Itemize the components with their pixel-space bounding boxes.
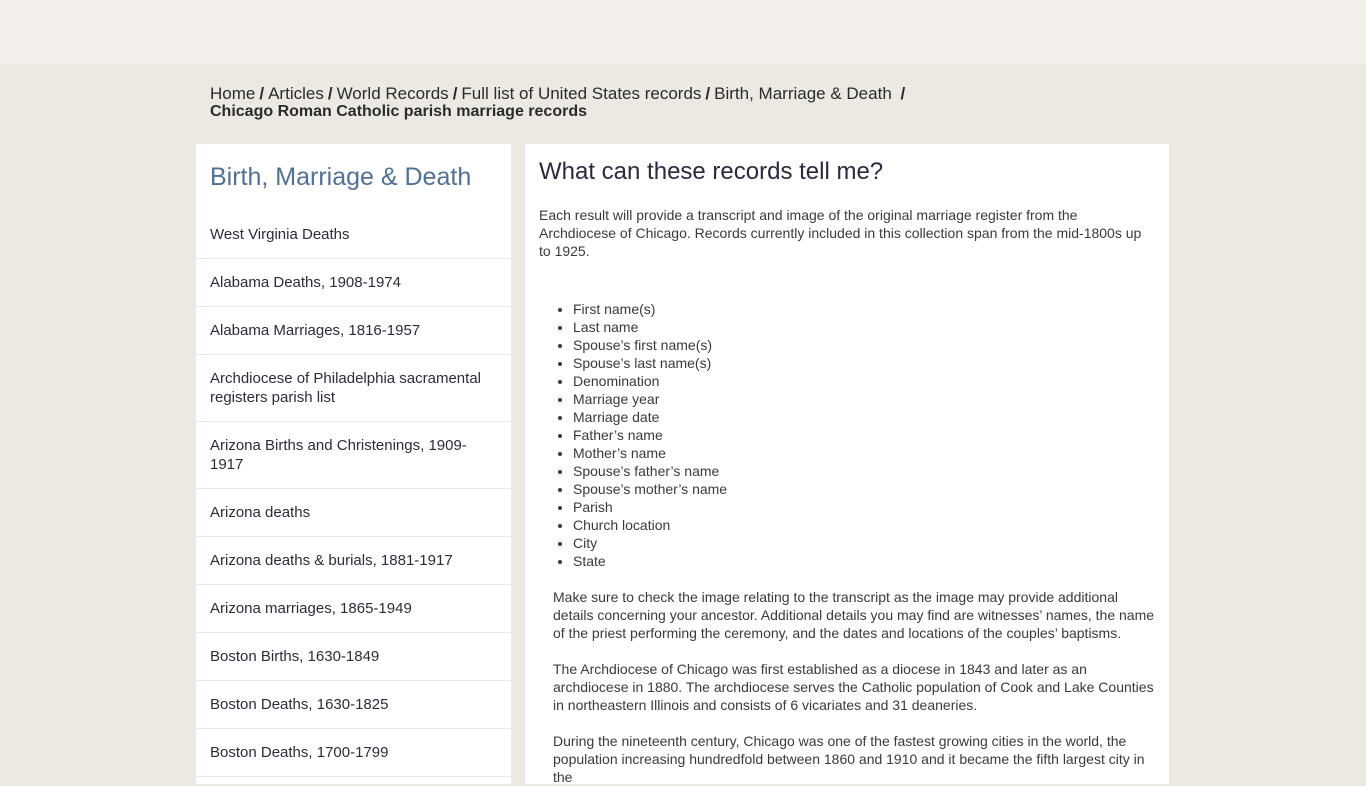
section-heading: What can these records tell me?: [539, 158, 884, 185]
sidebar-item[interactable]: West Virginia Deaths: [196, 210, 511, 259]
sidebar-item-link[interactable]: Arizona deaths: [210, 504, 310, 521]
sidebar-item-link[interactable]: West Virginia Deaths: [210, 226, 350, 243]
breadcrumb-birth-marriage-death[interactable]: Birth, Marriage & Death: [714, 84, 892, 103]
sidebar-item[interactable]: Alabama Marriages, 1816-1957: [196, 307, 511, 355]
record-field: Spouse’s father’s name: [573, 462, 1155, 480]
intro-paragraph: Each result will provide a transcript an…: [539, 207, 1142, 259]
breadcrumb-world-records[interactable]: World Records: [337, 84, 449, 103]
sidebar-item-link[interactable]: Boston Deaths, 1700-1799: [210, 744, 388, 761]
archdiocese-history-paragraph: The Archdiocese of Chicago was first est…: [553, 661, 1154, 713]
sidebar-item-link[interactable]: Alabama Deaths, 1908-1974: [210, 274, 401, 291]
sidebar-item[interactable]: Boston Births, 1630-1849: [196, 633, 511, 681]
chicago-growth-paragraph: During the nineteenth century, Chicago w…: [553, 733, 1145, 785]
breadcrumb-articles[interactable]: Articles: [268, 84, 324, 103]
record-field: First name(s): [573, 300, 1155, 318]
record-field: Father’s name: [573, 426, 1155, 444]
sidebar-item[interactable]: Arizona Births and Christenings, 1909-19…: [196, 422, 511, 489]
record-field: Spouse’s first name(s): [573, 336, 1155, 354]
record-field: Spouse’s mother’s name: [573, 480, 1155, 498]
sidebar-item-link[interactable]: Boston Births, 1630-1849: [210, 648, 379, 665]
breadcrumb: Home / Articles / World Records / Full list of…: [210, 84, 970, 121]
sidebar-item[interactable]: Boston Deaths, 1700-1799: [196, 729, 511, 777]
record-field: Church location: [573, 516, 1155, 534]
record-field: Spouse’s last name(s): [573, 354, 1155, 372]
record-field: State: [573, 552, 1155, 570]
breadcrumb-us-records[interactable]: Full list of United States records: [461, 84, 701, 103]
record-field: Parish: [573, 498, 1155, 516]
breadcrumb-home[interactable]: Home: [210, 84, 255, 103]
record-field: Denomination: [573, 372, 1155, 390]
record-field: Marriage year: [573, 390, 1155, 408]
sidebar: Birth, Marriage & Death West Virginia De…: [196, 144, 511, 784]
sidebar-item-link[interactable]: Arizona deaths & burials, 1881-1917: [210, 552, 453, 569]
sidebar-item-link[interactable]: Boston Deaths, 1630-1825: [210, 696, 388, 713]
breadcrumb-separator: /: [259, 84, 265, 103]
site-header: [0, 0, 1366, 64]
sidebar-item[interactable]: Boston Deaths, 1630-1825: [196, 681, 511, 729]
breadcrumb-current: Chicago Roman Catholic parish marriage r…: [210, 103, 587, 120]
image-advice-paragraph: Make sure to check the image relating to…: [553, 589, 1155, 641]
sidebar-item[interactable]: Archdiocese of Philadelphia sacramental …: [196, 355, 511, 422]
sidebar-item-link[interactable]: Arizona marriages, 1865-1949: [210, 600, 412, 617]
sidebar-item-link[interactable]: Archdiocese of Philadelphia sacramental …: [210, 370, 481, 406]
record-field: City: [573, 534, 1155, 552]
sidebar-title: Birth, Marriage & Death: [210, 163, 472, 191]
sidebar-item[interactable]: Arizona deaths: [196, 489, 511, 537]
sidebar-item-link[interactable]: Alabama Marriages, 1816-1957: [210, 322, 420, 339]
sidebar-item[interactable]: Arizona deaths & burials, 1881-1917: [196, 537, 511, 585]
breadcrumb-separator: /: [705, 84, 711, 103]
sidebar-item-link[interactable]: Arizona Births and Christenings, 1909-19…: [210, 437, 467, 473]
record-field: Last name: [573, 318, 1155, 336]
breadcrumb-separator: /: [327, 84, 333, 103]
breadcrumb-separator: /: [900, 84, 906, 103]
record-fields-list: First name(s) Last name Spouse’s first n…: [539, 300, 1155, 570]
sidebar-item[interactable]: Arizona marriages, 1865-1949: [196, 585, 511, 633]
record-field: Mother’s name: [573, 444, 1155, 462]
sidebar-list: West Virginia Deaths Alabama Deaths, 190…: [196, 210, 511, 777]
main-content: What can these records tell me? Each res…: [525, 144, 1169, 785]
record-field: Marriage date: [573, 408, 1155, 426]
sidebar-item[interactable]: Alabama Deaths, 1908-1974: [196, 259, 511, 307]
breadcrumb-separator: /: [452, 84, 458, 103]
